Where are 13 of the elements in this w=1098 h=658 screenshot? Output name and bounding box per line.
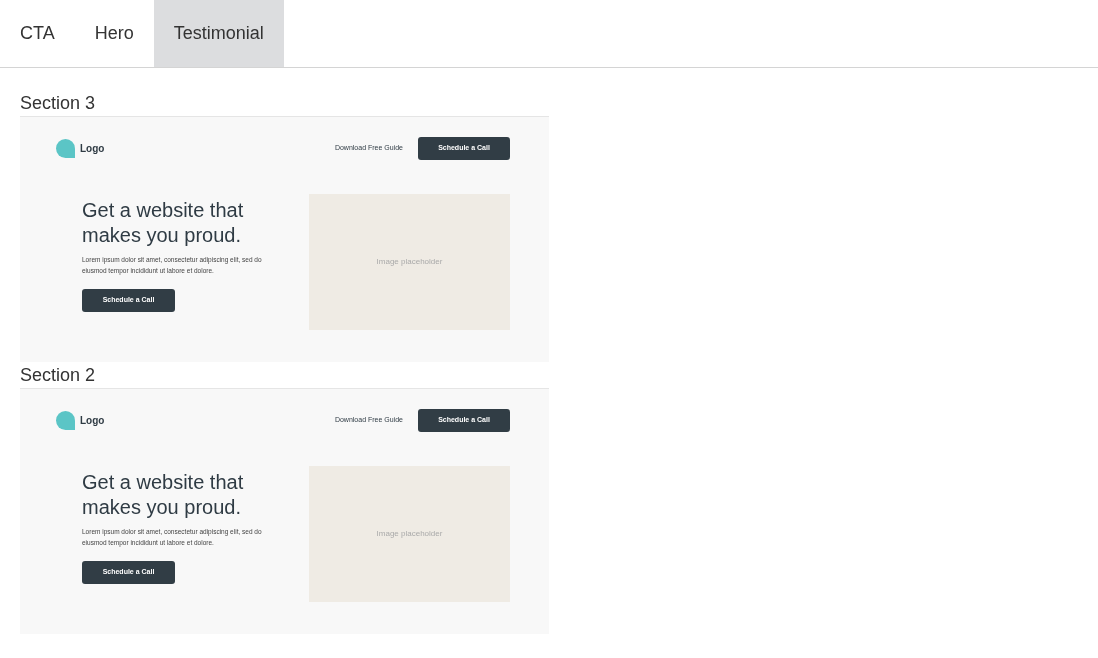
tab[interactable]: Testimonial: [153, 0, 284, 67]
tab[interactable]: Hero: [74, 0, 154, 67]
section-title: Section 3: [20, 92, 97, 115]
logo-text: Logo: [80, 142, 105, 156]
hero-heading: Get a website that makes you proud.: [82, 470, 245, 520]
tab[interactable]: CTA: [0, 0, 75, 67]
placeholder-text: Image placeholder: [376, 256, 443, 268]
hero-heading: Get a website that makes you proud.: [82, 198, 245, 248]
logo-icon: [56, 411, 75, 430]
logo-icon: [56, 139, 75, 158]
logo-text: Logo: [80, 414, 105, 428]
placeholder-text: Image placeholder: [376, 528, 443, 540]
section-title: Section 2: [20, 364, 97, 387]
